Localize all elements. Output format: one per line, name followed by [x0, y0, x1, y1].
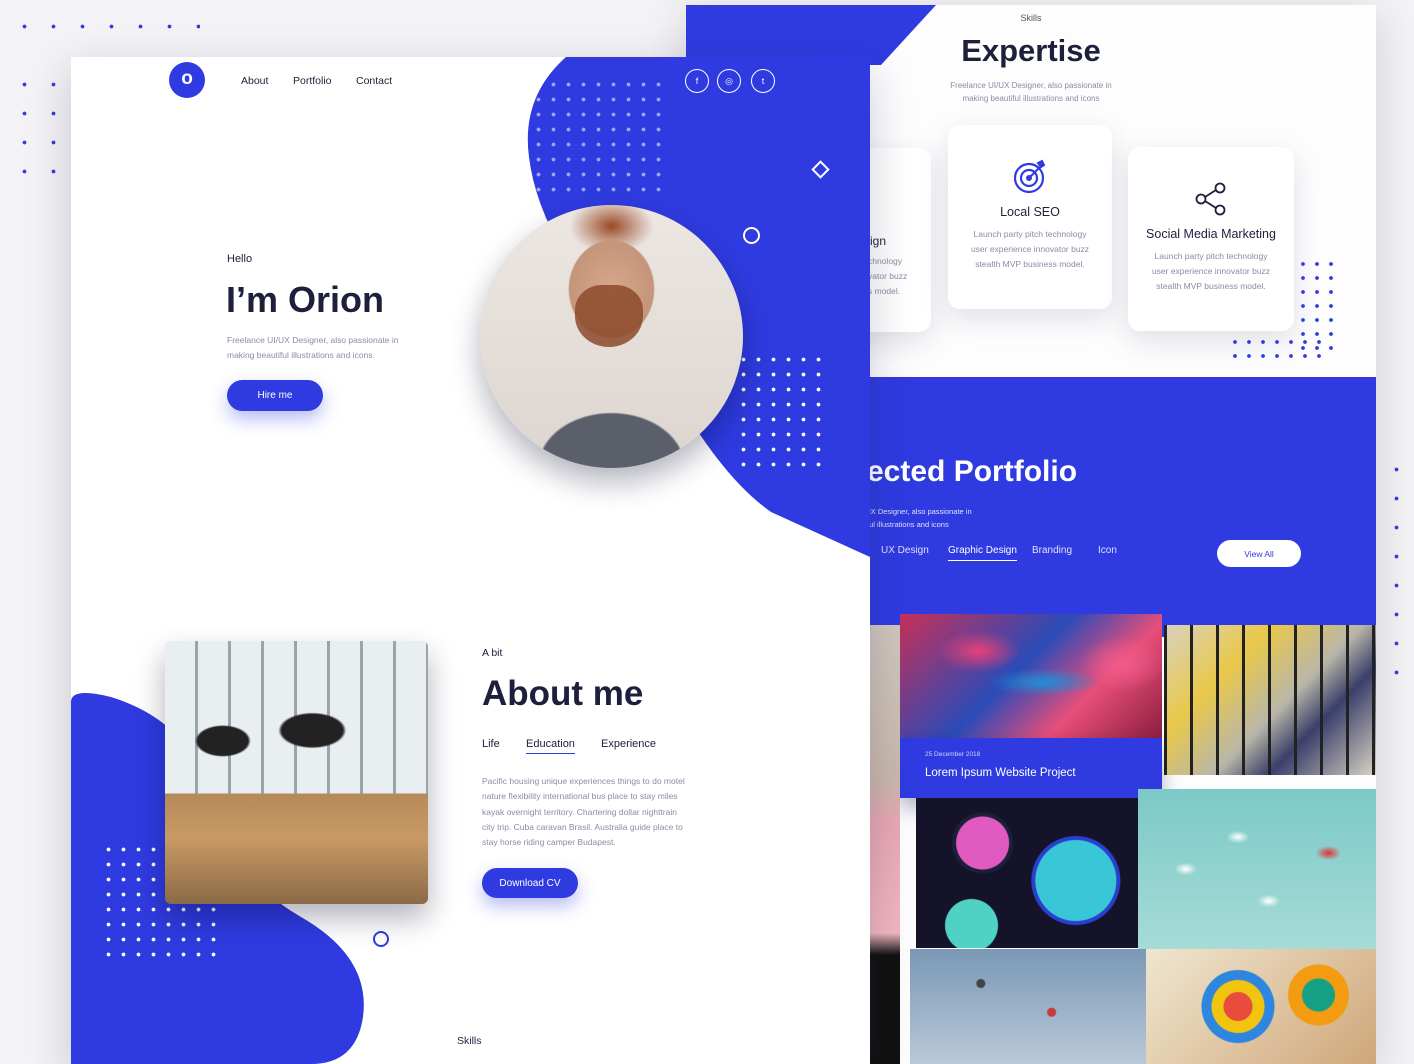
featured-project-caption[interactable]: 25 December 2018 Lorem Ipsum Website Pro…: [900, 738, 1162, 798]
portfolio-tile-strip-left: [870, 625, 900, 1064]
portfolio-tile-paper-boats[interactable]: [1138, 789, 1376, 949]
decor-dots-right-edge: [1382, 455, 1402, 685]
card-title: Social Media Marketing: [1146, 227, 1276, 241]
tab-experience[interactable]: Experience: [601, 738, 656, 750]
hero-greeting: Hello: [227, 253, 253, 265]
portfolio-title: ected Portfolio: [867, 455, 1078, 488]
view-all-button[interactable]: View All: [1217, 540, 1301, 567]
service-card-social-media[interactable]: Social Media Marketing Launch party pitc…: [1128, 147, 1294, 331]
portrait-photo: [480, 205, 743, 468]
portfolio-desc: JX Designer, also passionate in ful illus…: [867, 507, 972, 529]
decor-dots-topleft: [10, 12, 200, 52]
card-text: Launch party pitch technology user experi…: [1151, 251, 1271, 291]
facebook-icon[interactable]: f: [685, 69, 709, 93]
target-icon: [1013, 159, 1046, 194]
office-photo: [165, 641, 428, 904]
tab-icon[interactable]: Icon: [1098, 545, 1117, 556]
logo[interactable]: o: [169, 62, 205, 98]
decor-dots-left: [10, 70, 60, 185]
nav-about[interactable]: About: [241, 75, 268, 87]
card-title: Local SEO: [1000, 205, 1060, 219]
hire-me-button[interactable]: Hire me: [227, 380, 323, 411]
hero-desc: Freelance UI/UX Designer, also passionat…: [227, 335, 399, 360]
download-cv-button[interactable]: Download CV: [482, 868, 578, 898]
tab-education[interactable]: Education: [526, 738, 575, 754]
tab-branding[interactable]: Branding: [1032, 545, 1072, 556]
portfolio-tile-cells[interactable]: [916, 798, 1138, 948]
nav-portfolio[interactable]: Portfolio: [293, 75, 332, 87]
instagram-icon[interactable]: ◎: [717, 69, 741, 93]
about-text: Pacific housing unique experiences thing…: [482, 776, 685, 848]
share-icon: [1195, 182, 1226, 216]
about-title: About me: [482, 674, 644, 713]
decor-dots-expertise-bottom: [1228, 335, 1328, 363]
featured-project-date: 25 December 2018: [925, 751, 981, 758]
portfolio-tile-fluid-art[interactable]: [900, 614, 1162, 738]
hero-name: I’m Orion: [226, 279, 385, 320]
twitter-icon[interactable]: t: [751, 69, 775, 93]
tab-ux-design[interactable]: UX Design: [881, 545, 929, 556]
portfolio-tile-balloons[interactable]: [910, 949, 1146, 1064]
home-about-mockup: o About Portfolio Contact f ◎ t Hello I’…: [71, 57, 870, 1064]
service-card-local-seo[interactable]: Local SEO Launch party pitch technology u…: [948, 125, 1112, 309]
about-kicker: A bit: [482, 647, 503, 659]
decor-ring: [743, 227, 760, 244]
decor-dots-hero: [531, 77, 671, 197]
tab-life[interactable]: Life: [482, 738, 500, 750]
portfolio-tile-abstract-circles[interactable]: [1146, 949, 1376, 1064]
card-text: Launch party pitch technology user experi…: [970, 229, 1090, 269]
skills-heading: Skills: [457, 1035, 482, 1047]
tab-graphic-design[interactable]: Graphic Design: [948, 545, 1017, 561]
decor-dots-portrait: [736, 352, 831, 472]
portfolio-tile-pop-art[interactable]: [1164, 625, 1376, 775]
nav-contact[interactable]: Contact: [356, 75, 392, 87]
featured-project-title: Lorem Ipsum Website Project: [925, 767, 1076, 779]
decor-ring-about: [373, 931, 389, 947]
expertise-kicker: Skills: [1020, 13, 1042, 23]
